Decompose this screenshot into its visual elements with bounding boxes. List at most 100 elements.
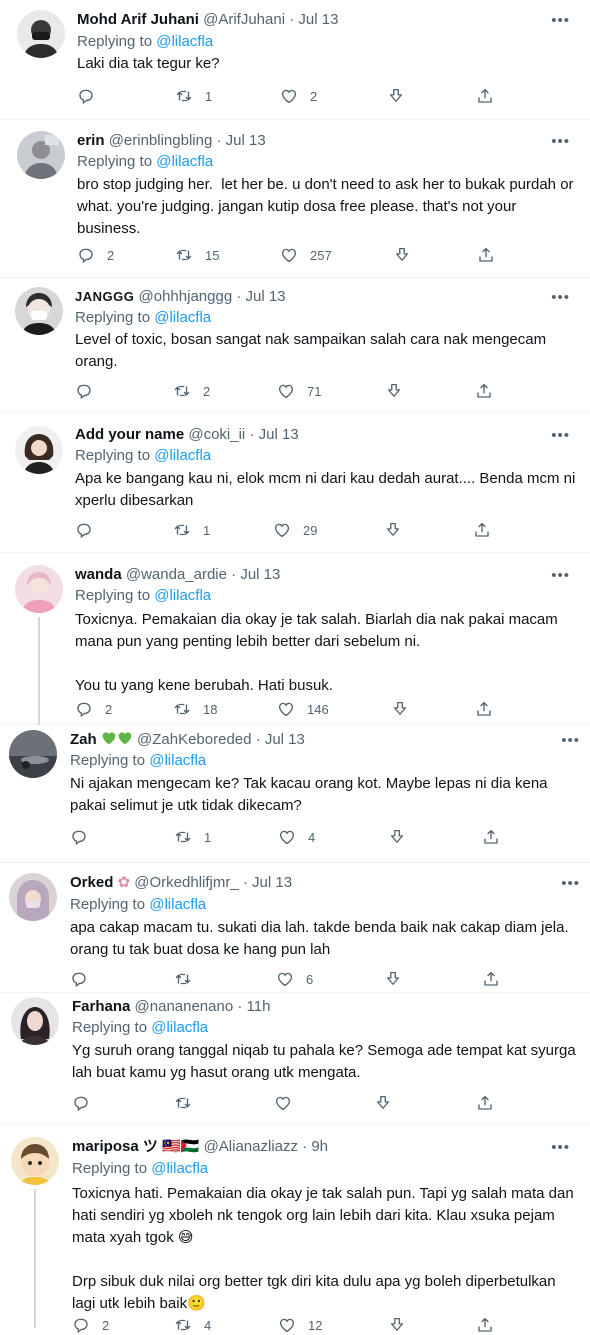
more-icon[interactable]: ••• <box>551 12 570 29</box>
share-button[interactable] <box>476 1315 494 1335</box>
tweet[interactable]: Add your name @coki_ii · Jul 13 ••• Repl… <box>0 413 590 553</box>
user-handle[interactable]: @Orkedhlifjmr_ <box>134 874 238 891</box>
retweet-button[interactable] <box>174 1093 192 1113</box>
avatar[interactable] <box>11 997 59 1045</box>
mention-link[interactable]: @lilacfla <box>154 587 211 604</box>
download-button[interactable] <box>384 969 402 989</box>
tweet[interactable]: erin @erinblingbling · Jul 13 ••• Replyi… <box>0 120 590 278</box>
more-icon[interactable]: ••• <box>551 1139 570 1156</box>
mention-link[interactable]: @lilacfla <box>149 752 206 769</box>
share-button[interactable] <box>482 969 500 989</box>
like-button[interactable]: 257 <box>280 245 332 265</box>
timestamp[interactable]: Jul 13 <box>259 426 299 443</box>
display-name[interactable]: JANGGG <box>75 289 134 304</box>
timestamp[interactable]: 11h <box>247 998 271 1015</box>
tweet[interactable]: Mohd Arif Juhani @ArifJuhani · Jul 13 ••… <box>0 0 590 120</box>
mention-link[interactable]: @lilacfla <box>154 447 211 464</box>
retweet-button[interactable]: 4 <box>174 1315 211 1335</box>
download-button[interactable] <box>374 1093 392 1113</box>
reply-button[interactable] <box>75 520 105 540</box>
display-name[interactable]: Add your name <box>75 426 184 443</box>
like-button[interactable]: 146 <box>277 699 329 719</box>
tweet[interactable]: JANGGG @ohhhjanggg · Jul 13 ••• Replying… <box>0 278 590 413</box>
mention-link[interactable]: @lilacfla <box>151 1160 208 1177</box>
download-button[interactable] <box>391 699 409 719</box>
more-icon[interactable]: ••• <box>551 289 570 306</box>
more-icon[interactable]: ••• <box>561 875 580 892</box>
retweet-button[interactable]: 18 <box>173 699 217 719</box>
reply-button[interactable] <box>72 1093 90 1113</box>
reply-button[interactable] <box>75 381 105 401</box>
download-button[interactable] <box>388 827 406 847</box>
timestamp[interactable]: Jul 13 <box>246 288 286 305</box>
reply-button[interactable] <box>70 827 100 847</box>
avatar[interactable] <box>17 10 65 58</box>
display-name[interactable]: wanda <box>75 566 122 583</box>
download-button[interactable] <box>384 520 402 540</box>
display-name[interactable]: Orked <box>70 874 113 891</box>
user-handle[interactable]: @ohhhjanggg <box>139 288 233 305</box>
reply-button[interactable]: 2 <box>72 1315 109 1335</box>
timestamp[interactable]: Jul 13 <box>265 731 305 748</box>
avatar[interactable] <box>15 426 63 474</box>
download-button[interactable] <box>387 86 405 106</box>
avatar[interactable] <box>15 287 63 335</box>
avatar[interactable] <box>9 730 57 778</box>
user-handle[interactable]: @wanda_ardie <box>126 566 227 583</box>
share-button[interactable] <box>476 86 494 106</box>
retweet-button[interactable]: 1 <box>174 827 211 847</box>
share-button[interactable] <box>476 1093 494 1113</box>
display-name[interactable]: Farhana <box>72 998 130 1015</box>
display-name[interactable]: mariposa ツ 🇲🇾🇵🇸 <box>72 1138 199 1155</box>
mention-link[interactable]: @lilacfla <box>154 309 211 326</box>
tweet[interactable]: mariposa ツ 🇲🇾🇵🇸 @Alianazliazz · 9h ••• R… <box>0 1125 590 1328</box>
reply-button[interactable]: 2 <box>75 699 112 719</box>
avatar[interactable] <box>11 1137 59 1185</box>
display-name[interactable]: Zah <box>70 731 97 748</box>
reply-button[interactable]: 2 <box>77 245 114 265</box>
download-button[interactable] <box>385 381 403 401</box>
retweet-button[interactable]: 15 <box>175 245 219 265</box>
user-handle[interactable]: @ArifJuhani <box>203 11 285 28</box>
retweet-button[interactable]: 1 <box>173 520 210 540</box>
user-handle[interactable]: @Alianazliazz <box>204 1138 298 1155</box>
display-name[interactable]: erin <box>77 132 105 149</box>
user-handle[interactable]: @erinblingbling <box>109 132 213 149</box>
like-button[interactable]: 2 <box>280 86 317 106</box>
share-button[interactable] <box>473 520 491 540</box>
user-handle[interactable]: @coki_ii <box>188 426 245 443</box>
mention-link[interactable]: @lilacfla <box>156 33 213 50</box>
retweet-button[interactable] <box>174 969 204 989</box>
reply-button[interactable] <box>70 969 100 989</box>
more-icon[interactable]: ••• <box>551 567 570 584</box>
display-name[interactable]: Mohd Arif Juhani <box>77 11 199 28</box>
more-icon[interactable]: ••• <box>551 133 570 150</box>
retweet-button[interactable]: 1 <box>175 86 212 106</box>
timestamp[interactable]: Jul 13 <box>226 132 266 149</box>
more-icon[interactable]: ••• <box>551 427 570 444</box>
download-button[interactable] <box>388 1315 406 1335</box>
timestamp[interactable]: Jul 13 <box>252 874 292 891</box>
timestamp[interactable]: 9h <box>311 1138 328 1155</box>
avatar[interactable] <box>15 565 63 613</box>
tweet[interactable]: Zah @ZahKeboreded · Jul 13 ••• Replying … <box>0 725 590 863</box>
user-handle[interactable]: @nananenano <box>135 998 234 1015</box>
share-button[interactable] <box>475 699 493 719</box>
tweet[interactable]: Farhana @nananenano · 11h Replying to @l… <box>0 993 590 1125</box>
tweet[interactable]: wanda @wanda_ardie · Jul 13 ••• Replying… <box>0 553 590 725</box>
tweet[interactable]: Orked ✿ @Orkedhlifjmr_ · Jul 13 ••• Repl… <box>0 863 590 993</box>
mention-link[interactable]: @lilacfla <box>149 896 206 913</box>
like-button[interactable] <box>274 1093 292 1113</box>
like-button[interactable]: 6 <box>276 969 313 989</box>
like-button[interactable]: 4 <box>278 827 315 847</box>
mention-link[interactable]: @lilacfla <box>151 1019 208 1036</box>
like-button[interactable]: 71 <box>277 381 321 401</box>
user-handle[interactable]: @ZahKeboreded <box>137 731 251 748</box>
share-button[interactable] <box>482 827 500 847</box>
timestamp[interactable]: Jul 13 <box>240 566 280 583</box>
share-button[interactable] <box>477 245 495 265</box>
share-button[interactable] <box>475 381 493 401</box>
mention-link[interactable]: @lilacfla <box>156 153 213 170</box>
avatar[interactable] <box>17 131 65 179</box>
avatar[interactable] <box>9 873 57 921</box>
